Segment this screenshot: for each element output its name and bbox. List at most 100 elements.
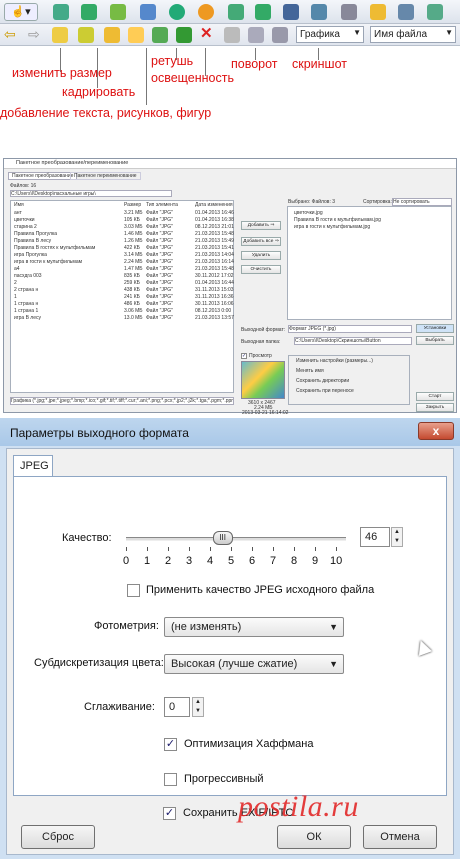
file-type[interactable]: Файл "JPG" [146,294,173,300]
apply-source-quality-checkbox[interactable] [127,584,140,597]
file-type[interactable]: Файл "JPG" [146,224,173,230]
file-type[interactable]: Файл "JPG" [146,308,173,314]
crop-icon[interactable] [81,4,97,20]
file-size[interactable]: 1.47 МБ [124,266,143,272]
file-size[interactable]: 3.21 МБ [124,210,143,216]
file-date[interactable]: 21.03.2013 15:41 [195,245,234,251]
file-name[interactable]: игра в гости к мультфильмам [14,259,82,265]
file-size[interactable]: 259 КБ [124,280,140,286]
resize-icon[interactable] [53,4,69,20]
folder-field[interactable]: C:\Users\l\Desktop\Скриншоты\Button [294,337,412,345]
file-size[interactable]: 835 КБ [124,273,140,279]
file-date[interactable]: 30.11.2013 16:06 [195,301,234,307]
file-size[interactable]: 241 КБ [124,294,140,300]
selected-file[interactable]: цветочки.jpg [294,210,323,216]
file-type[interactable]: Файл "JPG" [146,280,173,286]
file-date[interactable]: 21.03.2013 15:48 [195,266,234,272]
file-name[interactable]: пасхдra 003 [14,273,42,279]
move-to-icon[interactable] [176,27,192,43]
file-name[interactable]: 2 [14,280,17,286]
selected-file[interactable]: Правила В гости к мультфильмам.jpg [294,217,381,223]
image-frame-icon[interactable] [110,4,126,20]
copy-to-icon[interactable] [152,27,168,43]
photometry-select[interactable]: (не изменять) ▼ [164,617,344,637]
ok-button[interactable]: ОК [277,825,351,849]
file-type[interactable]: Файл "JPG" [146,315,173,321]
rotate-left-icon[interactable] [228,4,244,20]
file-type[interactable]: Файл "JPG" [146,252,173,258]
file-date[interactable]: 21.03.2013 15:48 [195,231,234,237]
file-name[interactable]: Правила В гостях к мультфильмам [14,245,95,251]
save-icon[interactable] [370,4,386,20]
file-date[interactable]: 01.04.2013 16:38 [195,217,234,223]
tab-batch-convert[interactable]: Пакетное преобразование [8,172,78,180]
column-type[interactable]: Тип элемента [146,202,178,208]
file-size[interactable]: 3.03 МБ [124,224,143,230]
quality-spinner[interactable]: 46 [360,527,390,547]
add-button[interactable]: Добавить ⇒ [241,221,281,230]
file-date[interactable]: 21.03.2013 14:04 [195,252,234,258]
file-size[interactable]: 3.06 МБ [124,308,143,314]
cancel-button[interactable]: Отмена [363,825,437,849]
file-date[interactable]: 31.11.2013 16:36 [195,294,234,300]
add-text-icon[interactable] [140,4,156,20]
file-type[interactable]: Файл "JPG" [146,266,173,272]
folder-open-icon[interactable] [104,27,120,43]
filter-dropdown[interactable]: Графика ▼ [296,26,364,43]
sort-select[interactable]: Не сортировать [392,198,452,206]
file-date[interactable]: 31.11.2013 15:03 [195,287,234,293]
file-date[interactable]: 08.12.2013 21:01 [195,224,234,230]
file-size[interactable]: 438 КБ [124,287,140,293]
folder-up-icon[interactable] [52,27,68,43]
column-date[interactable]: Дата изменения [195,202,233,208]
subsampling-select[interactable]: Высокая (лучше сжатие) ▼ [164,654,344,674]
file-type[interactable]: Файл "JPG" [146,245,173,251]
smoothing-spinner[interactable]: 0 [164,697,190,717]
file-name[interactable]: Правила Прогулка [14,231,57,237]
tab-batch-rename[interactable]: Пакетное переименование [70,172,141,180]
option-change-settings[interactable]: Изменить настройки (размеры...) [296,358,373,364]
file-size[interactable]: 3.14 МБ [124,252,143,258]
details-view-icon[interactable] [272,27,288,43]
file-name[interactable]: 2 страна н [14,287,38,293]
print-icon[interactable] [398,4,414,20]
keep-exif-checkbox[interactable]: ✓ [163,807,176,820]
file-name[interactable]: 1 страна 1 [14,308,38,314]
file-size[interactable]: 105 КБ [124,217,140,223]
progressive-checkbox[interactable] [164,773,177,786]
file-size[interactable]: 1.26 МБ [124,238,143,244]
option-keep-on-move[interactable]: Сохранить при переносе [296,388,354,394]
file-name[interactable]: игра В лесу [14,315,41,321]
file-date[interactable]: 30.11.2012 17:02 [195,273,234,279]
start-button[interactable]: Старт [416,392,454,401]
sort-dropdown[interactable]: Имя файла ▼ [370,26,456,43]
settings-button[interactable]: Установки [416,324,454,333]
file-type[interactable]: Файл "JPG" [146,231,173,237]
option-keep-dirs[interactable]: Сохранить директории [296,378,349,384]
file-size[interactable]: 422 КБ [124,245,140,251]
retouch-icon[interactable] [169,4,185,20]
quality-slider[interactable] [126,537,346,541]
file-name[interactable]: цветочки [14,217,35,223]
file-type[interactable]: Файл "JPG" [146,287,173,293]
quality-slider-thumb[interactable]: III [212,531,233,545]
file-name[interactable]: старина 2 [14,224,37,230]
add-all-button[interactable]: Добавить все ⇒ [241,237,281,246]
clear-button[interactable]: Очистить [241,265,281,274]
file-date[interactable]: 21.03.2013 15:49 [195,238,234,244]
close-button[interactable]: Закрыть [416,403,454,412]
paint-icon[interactable] [341,4,357,20]
file-size[interactable]: 1.46 МБ [124,231,143,237]
file-type[interactable]: Файл "JPG" [146,210,173,216]
compare-icon[interactable] [283,4,299,20]
spinner-arrows-icon[interactable]: ▲ ▼ [192,697,204,717]
file-size[interactable]: 486 КБ [124,301,140,307]
file-date[interactable]: 01.04.2013 16:46 [195,210,234,216]
new-folder-icon[interactable] [128,27,144,43]
huffman-checkbox[interactable]: ✓ [164,738,177,751]
file-size[interactable]: 13.0 МБ [124,315,143,321]
list-view-icon[interactable] [224,27,240,43]
settings-icon[interactable] [427,4,443,20]
column-size[interactable]: Размер [124,202,141,208]
file-type[interactable]: Файл "JPG" [146,217,173,223]
